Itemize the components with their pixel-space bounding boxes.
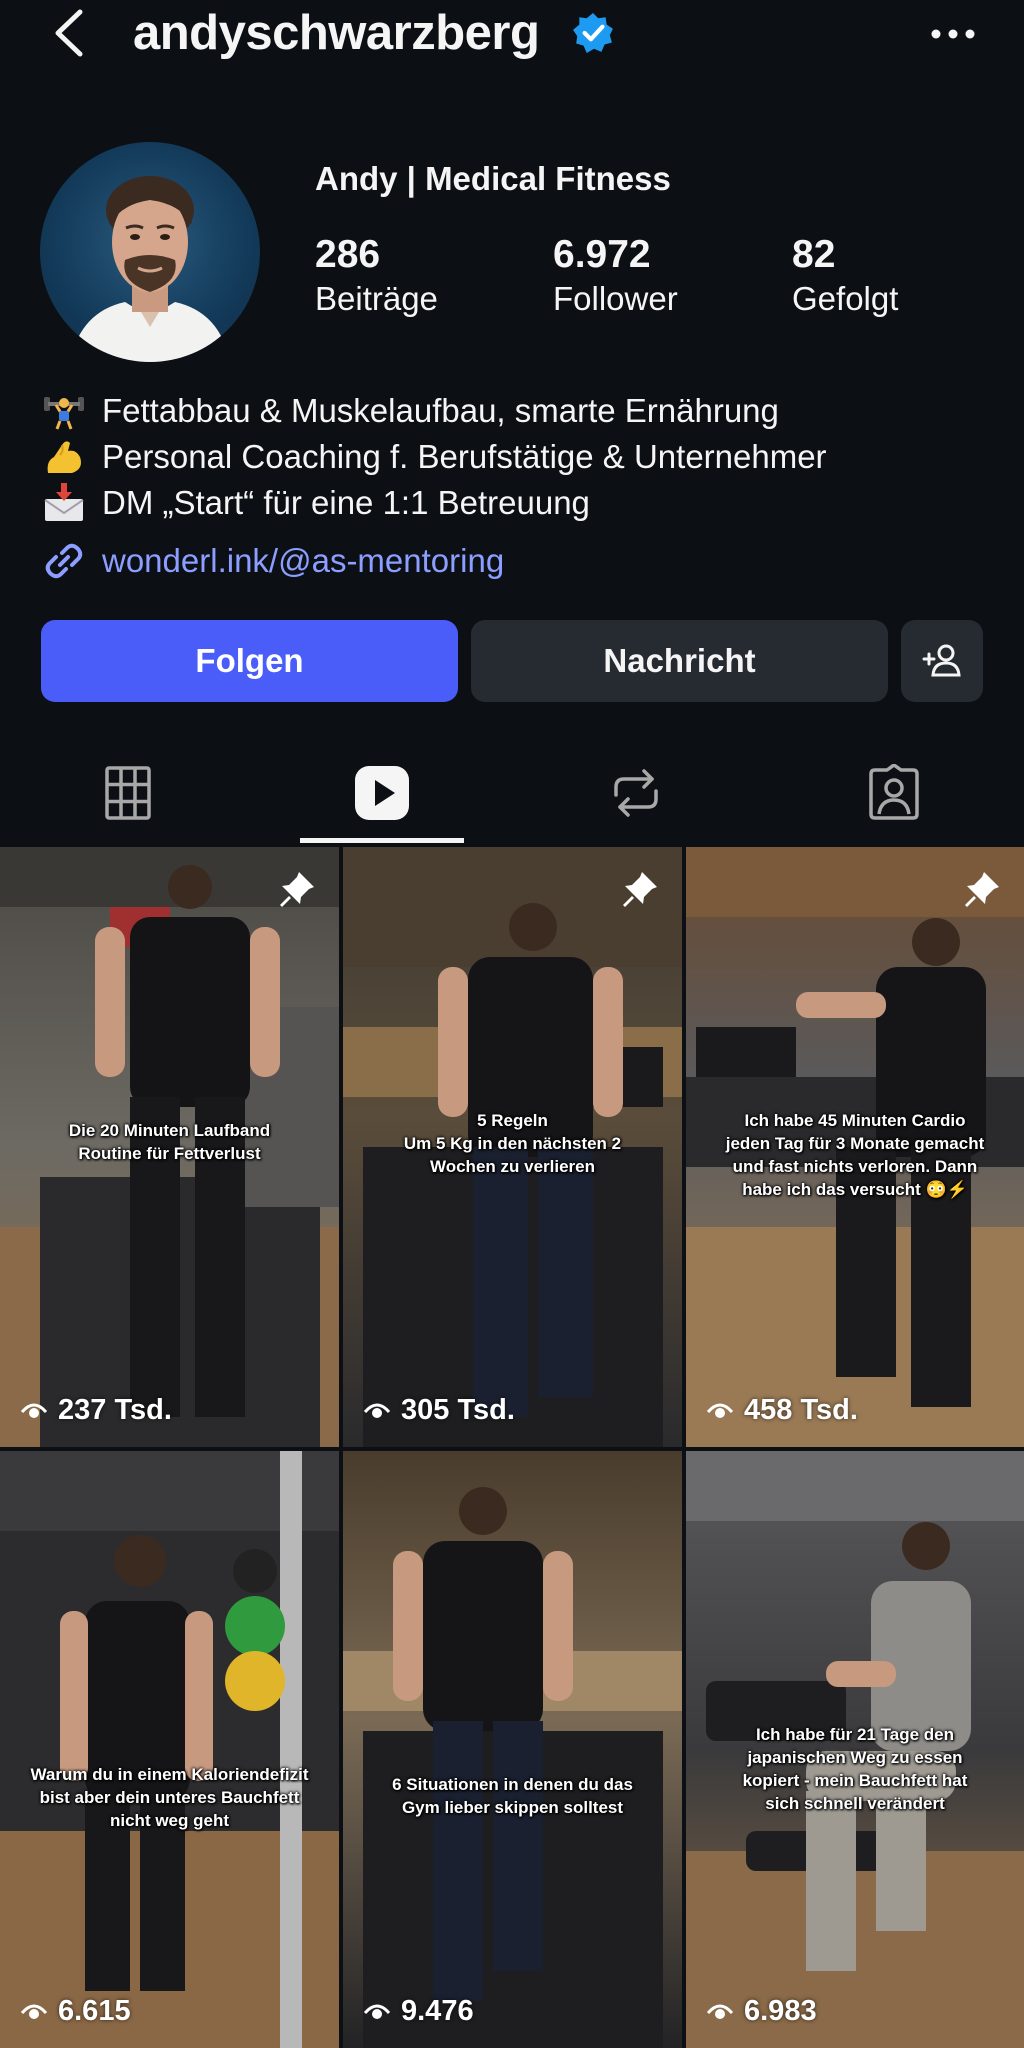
reel-view-count: 6.983 [706,1995,817,2028]
bio-line-text: Personal Coaching f. Berufstätige & Unte… [102,438,827,475]
top-bar: andyschwarzberg [0,0,1024,70]
eye-icon [706,2004,734,2019]
reels-grid: Die 20 Minuten Laufband Routine für Fett… [0,847,1024,2048]
reel-view-count: 237 Tsd. [20,1394,172,1427]
back-button[interactable] [50,8,90,58]
reel-thumbnail [343,1451,682,2048]
follow-button[interactable]: Folgen [41,620,458,702]
reels-icon [355,766,409,820]
reel-tile[interactable]: 6 Situationen in denen du das Gym lieber… [343,1451,682,2048]
tab-reels[interactable] [254,740,510,846]
tab-tagged[interactable] [766,740,1022,846]
add-person-icon [922,644,961,677]
suggest-users-button[interactable] [901,620,983,702]
reel-caption: 6 Situationen in denen du das Gym lieber… [392,1775,633,1817]
reel-tile[interactable]: Die 20 Minuten Laufband Routine für Fett… [0,847,339,1447]
reel-caption: 5 Regeln Um 5 Kg in den nächsten 2 Woche… [403,1111,622,1176]
stat-following-value: 82 [792,233,836,276]
reel-views-text: 9.476 [401,1995,474,2027]
profile-display-name: Andy | Medical Fitness [315,160,671,197]
tagged-icon [869,764,919,820]
more-horizontal-icon [931,29,975,39]
reel-view-count: 6.615 [20,1995,131,2028]
reel-caption: Die 20 Minuten Laufband Routine für Fett… [68,1121,271,1163]
stat-following[interactable]: 82 Gefolgt [792,232,898,320]
reel-views-text: 305 Tsd. [401,1394,515,1426]
active-tab-indicator [300,838,464,843]
bio-link-text: wonderl.ink/@as-mentoring [102,542,505,579]
reel-tile[interactable]: Warum du in einem Kaloriendefizit bist a… [0,1451,339,2048]
reel-view-count: 458 Tsd. [706,1394,858,1427]
grid-icon [105,766,151,820]
verified-badge-icon [573,13,613,53]
flexed-biceps-emoji-icon [40,437,88,477]
weightlifter-emoji-icon [40,391,88,431]
avatar-image [70,176,230,362]
reel-caption: Ich habe für 21 Tage den japanischen Weg… [742,1725,968,1813]
eye-icon [363,2004,391,2019]
bio-link[interactable]: wonderl.ink/@as-mentoring [40,534,1000,588]
reel-tile[interactable]: 5 Regeln Um 5 Kg in den nächsten 2 Woche… [343,847,682,1447]
bio-line-text: Fettabbau & Muskelaufbau, smarte Ernähru… [102,392,779,429]
profile-avatar[interactable] [40,142,260,362]
link-icon [40,541,88,581]
bio-line: DM „Start“ für eine 1:1 Betreuung [40,480,1000,526]
eye-icon [706,1403,734,1418]
reel-views-text: 6.615 [58,1995,131,2027]
pin-icon [280,872,314,907]
stat-followers-value: 6.972 [553,233,651,276]
reel-view-count: 9.476 [363,1995,474,2028]
reel-tile[interactable]: Ich habe 45 Minuten Cardio jeden Tag für… [686,847,1024,1447]
bio-line: Personal Coaching f. Berufstätige & Unte… [40,434,1000,480]
eye-icon [20,2004,48,2019]
eye-icon [363,1403,391,1418]
envelope-arrow-emoji-icon [40,483,88,523]
reel-caption: Ich habe 45 Minuten Cardio jeden Tag für… [725,1111,985,1199]
more-options-button[interactable] [928,14,978,54]
reel-views-text: 6.983 [744,1995,817,2027]
pin-icon [965,872,999,907]
profile-bio: Fettabbau & Muskelaufbau, smarte Ernähru… [40,388,1000,588]
reel-views-text: 237 Tsd. [58,1394,172,1426]
repost-icon [614,769,658,817]
stat-followers[interactable]: 6.972 Follower [553,232,678,320]
reel-thumbnail [0,1451,339,2048]
tab-reposts[interactable] [508,740,764,846]
pin-icon [623,872,657,907]
eye-icon [20,1403,48,1418]
chevron-left-icon [55,9,83,57]
bio-line: Fettabbau & Muskelaufbau, smarte Ernähru… [40,388,1000,434]
stat-posts[interactable]: 286 Beiträge [315,232,438,320]
profile-username: andyschwarzberg [133,6,540,60]
reel-view-count: 305 Tsd. [363,1394,515,1427]
tab-posts[interactable] [0,740,256,846]
reel-views-text: 458 Tsd. [744,1394,858,1426]
reel-tile[interactable]: Ich habe für 21 Tage den japanischen Weg… [686,1451,1024,2048]
reel-caption: Warum du in einem Kaloriendefizit bist a… [30,1765,309,1830]
stat-following-label: Gefolgt [792,280,899,317]
message-button[interactable]: Nachricht [471,620,888,702]
profile-tabs [0,740,1024,846]
bio-line-text: DM „Start“ für eine 1:1 Betreuung [102,484,590,521]
stat-followers-label: Follower [553,280,678,317]
stat-posts-value: 286 [315,233,381,276]
stat-posts-label: Beiträge [315,280,438,317]
